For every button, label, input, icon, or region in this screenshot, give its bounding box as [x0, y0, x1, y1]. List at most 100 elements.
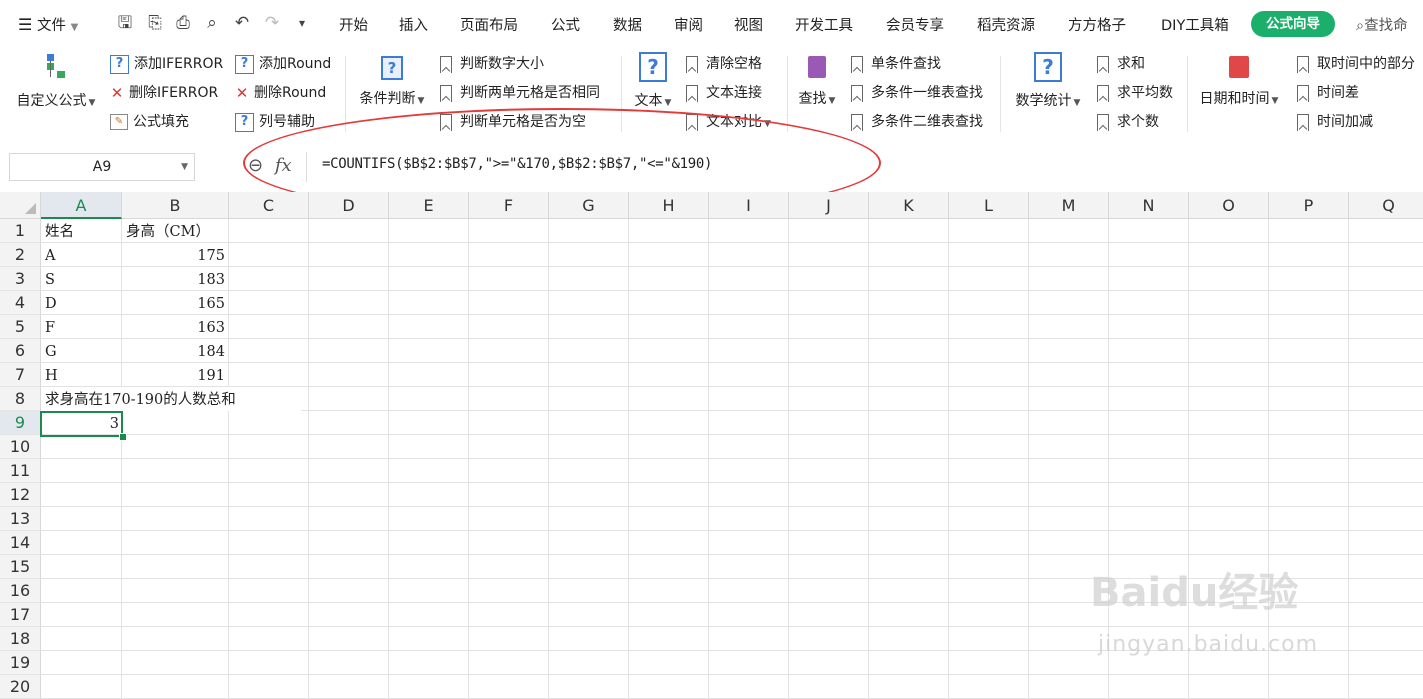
cell-A7[interactable]: H [41, 363, 122, 387]
column-header-J[interactable]: J [789, 192, 869, 219]
row-header-13[interactable]: 13 [0, 507, 41, 531]
datetime-button[interactable]: 日期和时间 ▼ [1194, 56, 1284, 108]
print-icon[interactable]: ⎙ [172, 12, 194, 34]
tab-diy-toolbox[interactable]: DIY工具箱 [1161, 14, 1229, 35]
column-header-O[interactable]: O [1189, 192, 1269, 219]
more-icon[interactable]: ▾ [291, 12, 313, 34]
column-header-I[interactable]: I [709, 192, 789, 219]
column-header-K[interactable]: K [869, 192, 949, 219]
remove-round-button[interactable]: ✕ 删除Round [235, 83, 327, 103]
column-header-Q[interactable]: Q [1349, 192, 1423, 219]
tab-page-layout[interactable]: 页面布局 [460, 14, 518, 35]
tab-start[interactable]: 开始 [339, 14, 368, 35]
column-header-A[interactable]: A [41, 192, 122, 219]
custom-formula-button[interactable]: 自定义公式 ▼ [10, 52, 102, 110]
row-header-2[interactable]: 2 [0, 243, 41, 267]
row-header-12[interactable]: 12 [0, 483, 41, 507]
condition-button[interactable]: ? 条件判断 ▼ [352, 56, 432, 108]
row-header-3[interactable]: 3 [0, 267, 41, 291]
name-box[interactable]: A9 ▼ [9, 153, 195, 181]
print-preview-icon[interactable]: ⌕ [201, 12, 223, 34]
column-header-P[interactable]: P [1269, 192, 1349, 219]
formula-input[interactable]: =COUNTIFS($B$2:$B$7,">="&170,$B$2:$B$7,"… [322, 156, 712, 172]
select-all-corner[interactable] [0, 192, 41, 219]
time-part-button[interactable]: 取时间中的部分 [1294, 54, 1415, 74]
text-join-button[interactable]: 文本连接 [683, 83, 762, 103]
row-header-6[interactable]: 6 [0, 339, 41, 363]
save-icon[interactable]: 🖫 [114, 12, 136, 34]
column-header-L[interactable]: L [949, 192, 1029, 219]
time-diff-button[interactable]: 时间差 [1294, 83, 1359, 103]
judge-cell-empty-button[interactable]: 判断单元格是否为空 [437, 112, 586, 132]
column-header-N[interactable]: N [1109, 192, 1189, 219]
tab-membership[interactable]: 会员专享 [886, 14, 944, 35]
row-header-5[interactable]: 5 [0, 315, 41, 339]
column-header-C[interactable]: C [229, 192, 309, 219]
col-helper-button[interactable]: ? 列号辅助 [235, 112, 315, 132]
row-header-4[interactable]: 4 [0, 291, 41, 315]
cell-B2[interactable]: 175 [122, 243, 228, 267]
cell-B4[interactable]: 165 [122, 291, 228, 315]
text-compare-button[interactable]: 文本对比 ▼ [683, 112, 771, 134]
judge-num-size-button[interactable]: 判断数字大小 [437, 54, 544, 74]
row-header-11[interactable]: 11 [0, 459, 41, 483]
cell-B1[interactable]: 身高（CM） [122, 219, 228, 243]
redo-icon[interactable]: ↷ [261, 12, 283, 34]
column-header-D[interactable]: D [309, 192, 389, 219]
row-header-8[interactable]: 8 [0, 387, 41, 411]
zoom-icon[interactable]: ⊖ [248, 155, 263, 176]
export-icon[interactable]: ⎘ [144, 12, 166, 34]
row-header-1[interactable]: 1 [0, 219, 41, 243]
row-header-20[interactable]: 20 [0, 675, 41, 699]
cell-A6[interactable]: G [41, 339, 122, 363]
add-round-button[interactable]: ? 添加Round [235, 54, 331, 74]
sum-button[interactable]: 求和 [1094, 54, 1145, 74]
remove-iferror-button[interactable]: ✕ 删除IFERROR [110, 83, 219, 103]
clear-space-button[interactable]: 清除空格 [683, 54, 762, 74]
tab-fangfang[interactable]: 方方格子 [1068, 14, 1126, 35]
count-button[interactable]: 求个数 [1094, 112, 1159, 132]
row-header-15[interactable]: 15 [0, 555, 41, 579]
row-header-7[interactable]: 7 [0, 363, 41, 387]
cell-B5[interactable]: 163 [122, 315, 228, 339]
add-iferror-button[interactable]: ? 添加IFERROR [110, 54, 223, 74]
column-header-G[interactable]: G [549, 192, 629, 219]
tab-formulas[interactable]: 公式 [551, 14, 580, 35]
row-header-17[interactable]: 17 [0, 603, 41, 627]
column-header-H[interactable]: H [629, 192, 709, 219]
single-lookup-button[interactable]: 单条件查找 [848, 54, 941, 74]
cell-B7[interactable]: 191 [122, 363, 228, 387]
cell-B6[interactable]: 184 [122, 339, 228, 363]
fx-icon[interactable]: fx [275, 155, 292, 176]
column-header-E[interactable]: E [389, 192, 469, 219]
cell-A1[interactable]: 姓名 [41, 219, 122, 243]
judge-two-cells-button[interactable]: 判断两单元格是否相同 [437, 83, 600, 103]
tab-docer[interactable]: 稻壳资源 [977, 14, 1035, 35]
undo-icon[interactable]: ↶ [231, 12, 253, 34]
cell-A3[interactable]: S [41, 267, 122, 291]
stats-button[interactable]: ? 数学统计 ▼ [1008, 52, 1088, 110]
cell-A2[interactable]: A [41, 243, 122, 267]
row-header-18[interactable]: 18 [0, 627, 41, 651]
multi-2d-lookup-button[interactable]: 多条件二维表查找 [848, 112, 983, 132]
tab-developer[interactable]: 开发工具 [795, 14, 853, 35]
row-header-9[interactable]: 9 [0, 411, 41, 435]
multi-1d-lookup-button[interactable]: 多条件一维表查找 [848, 83, 983, 103]
spreadsheet-grid[interactable]: ABCDEFGHIJKLMNOPQ 1 2 3 4 5 6 7 8 9 10 11 12 13 14 15 1… [0, 192, 1423, 699]
column-header-M[interactable]: M [1029, 192, 1109, 219]
cell-B3[interactable]: 183 [122, 267, 228, 291]
tab-formula-wizard[interactable]: 公式向导 [1251, 11, 1335, 37]
cell-A4[interactable]: D [41, 291, 122, 315]
lookup-button[interactable]: 查找 ▼ [794, 56, 840, 108]
tab-view[interactable]: 视图 [734, 14, 763, 35]
tab-insert[interactable]: 插入 [399, 14, 428, 35]
column-header-F[interactable]: F [469, 192, 549, 219]
file-menu[interactable]: ☰ 文件 ▼ [18, 14, 78, 35]
formula-fill-button[interactable]: ✎ 公式填充 [110, 112, 189, 132]
tab-review[interactable]: 审阅 [674, 14, 703, 35]
time-add-button[interactable]: 时间加减 [1294, 112, 1373, 132]
row-header-10[interactable]: 10 [0, 435, 41, 459]
cell-A5[interactable]: F [41, 315, 122, 339]
cell-A8[interactable]: 求身高在170-190的人数总和 [41, 387, 301, 411]
average-button[interactable]: 求平均数 [1094, 83, 1173, 103]
